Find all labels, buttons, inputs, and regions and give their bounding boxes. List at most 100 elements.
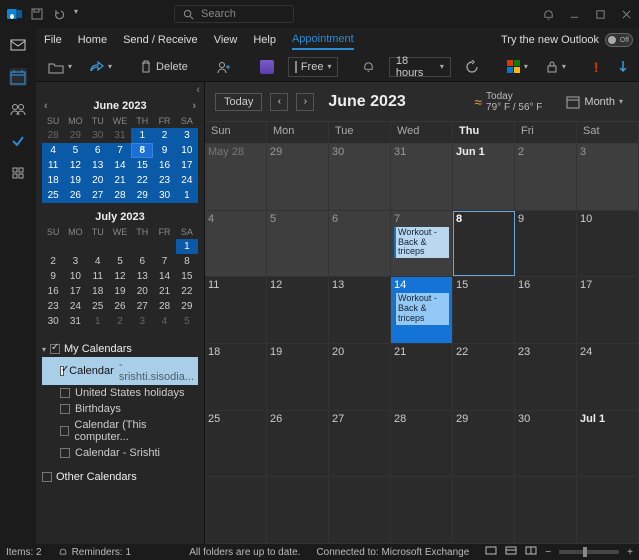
mini-day[interactable]: 4 <box>42 143 64 158</box>
day-cell[interactable]: 6 <box>329 211 391 277</box>
zoom-in-icon[interactable]: + <box>627 547 633 558</box>
mini-day[interactable]: 18 <box>87 284 109 299</box>
calendar-rail-icon[interactable] <box>9 68 27 86</box>
mini-day[interactable]: 13 <box>87 158 109 173</box>
mini-day[interactable]: 31 <box>64 314 86 329</box>
next-month-button[interactable]: › <box>296 93 314 111</box>
mini-prev-icon[interactable]: ‹ <box>44 100 48 112</box>
show-as-combo[interactable]: Free▾ <box>288 57 338 77</box>
private-button[interactable]: ▾ <box>542 58 570 76</box>
tasks-rail-icon[interactable] <box>9 132 27 150</box>
mini-day[interactable]: 20 <box>131 284 153 299</box>
day-cell[interactable]: 8 <box>453 211 515 277</box>
mini-day[interactable]: 28 <box>153 299 175 314</box>
mini-day[interactable]: 20 <box>87 173 109 188</box>
day-cell[interactable]: 19 <box>267 344 329 410</box>
categorize-button[interactable]: ▾ <box>503 58 532 75</box>
mini-day[interactable]: 17 <box>176 158 198 173</box>
mini-day[interactable]: 19 <box>64 173 86 188</box>
day-cell[interactable]: 26 <box>267 411 329 477</box>
mini-day[interactable]: 14 <box>153 269 175 284</box>
day-cell[interactable]: 11 <box>205 277 267 343</box>
day-cell[interactable] <box>453 477 515 543</box>
mini-day[interactable]: 16 <box>42 284 64 299</box>
mini-day[interactable]: 21 <box>153 284 175 299</box>
day-cell[interactable]: 22 <box>453 344 515 410</box>
mini-day[interactable]: 4 <box>87 254 109 269</box>
mini-day[interactable]: 25 <box>87 299 109 314</box>
open-button[interactable]: ▾ <box>44 58 76 76</box>
mini-day[interactable]: 6 <box>131 254 153 269</box>
tab-appointment[interactable]: Appointment <box>292 30 354 50</box>
people-rail-icon[interactable] <box>9 100 27 118</box>
day-cell[interactable]: 15 <box>453 277 515 343</box>
mini-day[interactable]: 18 <box>42 173 64 188</box>
day-cell[interactable]: 7Workout - Back & triceps <box>391 211 453 277</box>
mini-day[interactable]: 3 <box>176 128 198 143</box>
mini-day[interactable]: 3 <box>131 314 153 329</box>
day-cell[interactable]: 9 <box>515 211 577 277</box>
mini-day[interactable]: 5 <box>176 314 198 329</box>
mini-day[interactable]: 7 <box>109 143 131 158</box>
tab-view[interactable]: View <box>214 31 238 49</box>
low-importance-button[interactable] <box>613 58 633 76</box>
day-cell[interactable]: 4 <box>205 211 267 277</box>
checkbox-icon[interactable] <box>60 388 70 398</box>
mini-day[interactable]: 27 <box>131 299 153 314</box>
bell-icon[interactable] <box>541 7 555 21</box>
day-cell[interactable]: May 28 <box>205 144 267 210</box>
weather-widget[interactable]: ≈ Today79° F / 56° F <box>474 91 542 113</box>
normal-view-icon[interactable] <box>505 546 517 559</box>
checkbox-icon[interactable] <box>60 366 64 376</box>
day-cell[interactable]: 29 <box>453 411 515 477</box>
day-cell[interactable]: 23 <box>515 344 577 410</box>
nav-collapse-icon[interactable]: ‹ <box>36 82 204 98</box>
try-new-outlook[interactable]: Try the new Outlook Off <box>501 33 633 47</box>
calendar-item[interactable]: Birthdays <box>42 401 198 417</box>
mini-day[interactable]: 30 <box>87 128 109 143</box>
show-as-color-icon[interactable] <box>256 58 278 76</box>
display-settings-icon[interactable] <box>485 546 497 559</box>
mini-day[interactable]: 2 <box>42 254 64 269</box>
day-cell[interactable] <box>391 477 453 543</box>
checkbox-icon[interactable] <box>60 426 69 436</box>
mini-day[interactable]: 11 <box>42 158 64 173</box>
mini-day[interactable]: 10 <box>64 269 86 284</box>
qat-more-icon[interactable]: ▾ <box>74 7 78 21</box>
reading-view-icon[interactable] <box>525 546 537 559</box>
day-cell[interactable]: Jul 1 <box>577 411 639 477</box>
mini-day[interactable]: 1 <box>176 188 198 203</box>
mini-day[interactable] <box>87 239 109 254</box>
day-cell[interactable] <box>515 477 577 543</box>
day-cell[interactable]: 14Workout - Back & triceps <box>391 277 453 343</box>
calendar-item[interactable]: Calendar - srishti.sisodia... <box>42 357 198 385</box>
day-cell[interactable]: 30 <box>515 411 577 477</box>
event[interactable]: Workout - Back & triceps <box>394 293 449 325</box>
mini-day[interactable]: 21 <box>109 173 131 188</box>
mini-day[interactable]: 12 <box>64 158 86 173</box>
mini-day[interactable]: 3 <box>64 254 86 269</box>
mini-day[interactable]: 4 <box>153 314 175 329</box>
day-cell[interactable]: 24 <box>577 344 639 410</box>
mini-day[interactable]: 31 <box>109 128 131 143</box>
mini-day[interactable]: 8 <box>176 254 198 269</box>
mini-day[interactable] <box>42 239 64 254</box>
day-cell[interactable]: 3 <box>577 144 639 210</box>
mini-day[interactable]: 30 <box>153 188 175 203</box>
mini-day[interactable]: 2 <box>109 314 131 329</box>
delete-button[interactable]: Delete <box>136 58 192 76</box>
close-icon[interactable] <box>619 7 633 21</box>
day-cell[interactable]: 30 <box>329 144 391 210</box>
reminder-icon[interactable] <box>358 58 379 75</box>
mini-day[interactable]: 12 <box>109 269 131 284</box>
reminder-combo[interactable]: 18 hours▾ <box>389 57 451 77</box>
tab-home[interactable]: Home <box>78 31 107 49</box>
day-cell[interactable]: 25 <box>205 411 267 477</box>
mini-day[interactable]: 26 <box>64 188 86 203</box>
day-cell[interactable]: 27 <box>329 411 391 477</box>
calendar-item[interactable]: Calendar - Srishti <box>42 445 198 461</box>
invite-attendees-button[interactable] <box>212 58 236 76</box>
checkbox-icon[interactable] <box>42 472 52 482</box>
other-calendars-group[interactable]: Other Calendars <box>42 471 198 483</box>
toggle-off-icon[interactable]: Off <box>605 33 633 47</box>
